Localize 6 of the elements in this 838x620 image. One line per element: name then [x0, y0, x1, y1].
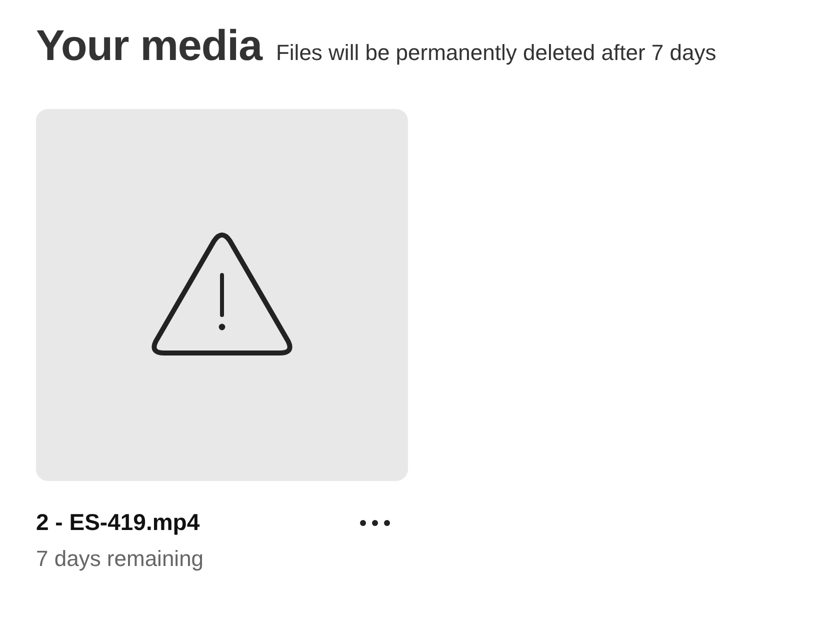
page-subtitle: Files will be permanently deleted after 7 days [276, 40, 716, 66]
page-title: Your media [36, 22, 262, 71]
media-thumbnail[interactable] [36, 109, 408, 481]
more-icon[interactable] [358, 518, 392, 528]
file-name: 2 - ES-419.mp4 [36, 509, 200, 536]
time-remaining: 7 days remaining [36, 546, 205, 572]
